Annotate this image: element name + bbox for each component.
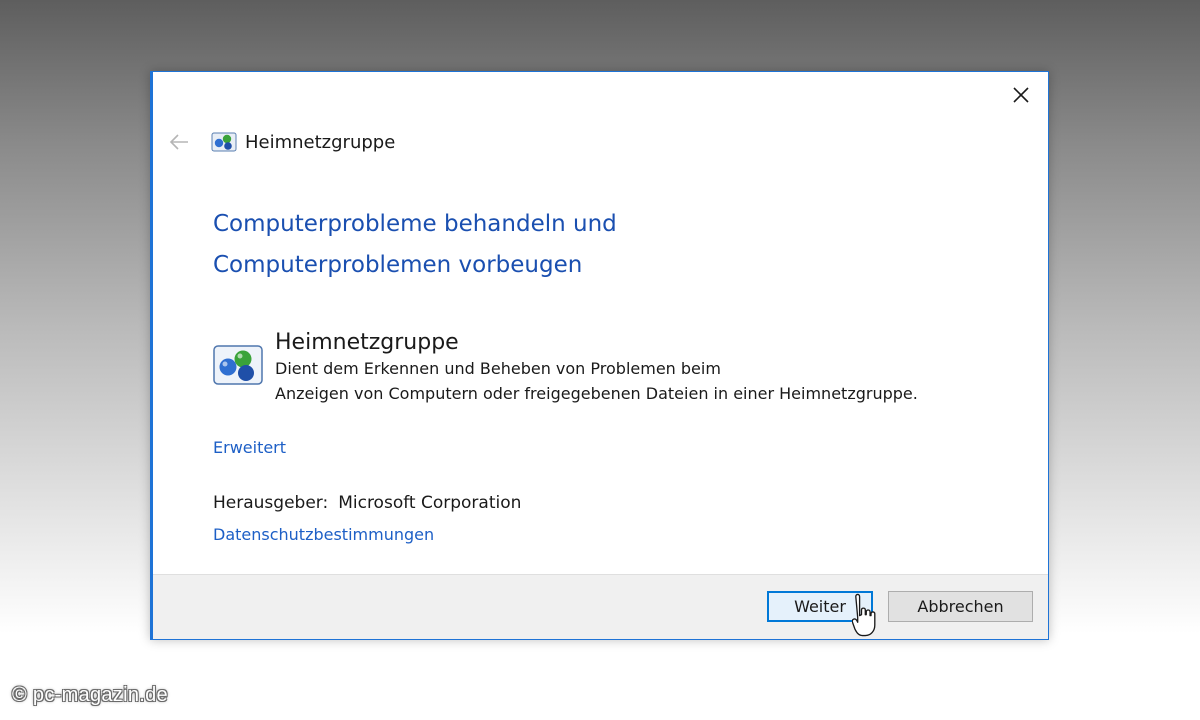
privacy-link[interactable]: Datenschutzbestimmungen [213,525,434,544]
troubleshooter-dialog: Heimnetzgruppe Computerprobleme behandel… [150,71,1049,640]
publisher-row: Herausgeber: Microsoft Corporation [213,493,521,513]
homegroup-large-icon [213,345,263,385]
back-button[interactable] [167,130,191,154]
publisher-label: Herausgeber: [213,493,329,513]
troubleshooter-item: Heimnetzgruppe Dient dem Erkennen und Be… [213,330,975,406]
dialog-header: Heimnetzgruppe [167,130,395,154]
close-button[interactable] [1008,82,1034,108]
troubleshooter-description-line1: Dient dem Erkennen und Beheben von Probl… [275,359,721,378]
advanced-link[interactable]: Erweitert [213,438,286,457]
troubleshooter-text: Heimnetzgruppe Dient dem Erkennen und Be… [275,330,975,406]
page-title-line1: Computerprobleme behandeln und [213,211,617,237]
cancel-button[interactable]: Abbrechen [888,591,1033,622]
homegroup-icon [211,132,237,152]
window-title: Heimnetzgruppe [245,131,396,153]
page-title: Computerprobleme behandeln und Computerp… [213,204,853,286]
dialog-footer: Weiter Abbrechen [153,574,1048,639]
back-arrow-icon [169,134,188,150]
next-button[interactable]: Weiter [767,591,873,622]
watermark: © pc-magazin.de [12,684,168,706]
troubleshooter-description-line2: Anzeigen von Computern oder freigegebene… [275,384,918,403]
close-icon [1013,87,1029,103]
publisher-value: Microsoft Corporation [338,493,522,513]
troubleshooter-title: Heimnetzgruppe [275,330,459,355]
page-title-line2: Computerproblemen vorbeugen [213,252,583,278]
